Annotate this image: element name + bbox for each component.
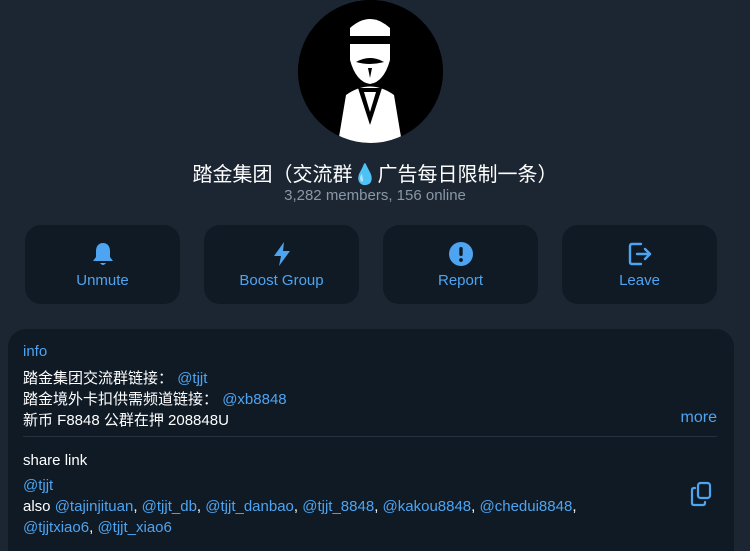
divider bbox=[23, 436, 717, 437]
separator: , bbox=[196, 498, 206, 515]
lightning-icon bbox=[268, 240, 296, 268]
separator: , bbox=[133, 498, 142, 515]
info-line-2-text: 踏金境外卡扣供需频道链接： bbox=[23, 391, 219, 408]
alert-icon bbox=[447, 240, 475, 268]
share-link-label: share link bbox=[23, 452, 88, 469]
copy-icon bbox=[690, 481, 712, 507]
info-line-3: 新币 F8848 公群在押 208848U bbox=[23, 412, 229, 429]
unmute-label: Unmute bbox=[76, 272, 129, 289]
boost-group-label: Boost Group bbox=[239, 272, 324, 289]
report-button[interactable]: Report bbox=[383, 225, 538, 304]
username-link[interactable]: @chedui8848 bbox=[480, 498, 573, 515]
also-links-row-1: also @tajinjituan, @tjjt_db, @tjjt_danba… bbox=[23, 498, 576, 515]
copy-link-button[interactable] bbox=[687, 479, 717, 509]
group-avatar[interactable] bbox=[298, 0, 443, 143]
leave-icon bbox=[626, 240, 654, 268]
also-links-row-2: @tjjtxiao6, @tjjt_xiao6 bbox=[23, 519, 172, 536]
username-link[interactable]: @tjjt_danbao bbox=[205, 498, 294, 515]
username-link[interactable]: @kakou8848 bbox=[383, 498, 472, 515]
report-label: Report bbox=[437, 272, 484, 289]
leave-button[interactable]: Leave bbox=[562, 225, 717, 304]
info-line-2: 踏金境外卡扣供需频道链接： @xb8848 bbox=[23, 388, 287, 409]
boost-group-button[interactable]: Boost Group bbox=[204, 225, 359, 304]
username-link[interactable]: @tjjtxiao6 bbox=[23, 519, 89, 536]
info-card: info 踏金集团交流群链接： @tjjt 踏金境外卡扣供需频道链接： @xb8… bbox=[8, 329, 734, 551]
separator: , bbox=[293, 498, 303, 515]
tjjt-link[interactable]: @tjjt bbox=[177, 370, 207, 387]
username-link[interactable]: @tajinjituan bbox=[55, 498, 134, 515]
member-count: 3,282 members, 156 online bbox=[284, 187, 466, 204]
more-button[interactable]: more bbox=[681, 409, 717, 427]
anonymous-mask-icon bbox=[298, 0, 443, 143]
info-line-1-text: 踏金集团交流群链接： bbox=[23, 370, 174, 387]
also-label: also bbox=[23, 498, 51, 515]
username-link[interactable]: @tjjt_8848 bbox=[302, 498, 374, 515]
primary-username-link[interactable]: @tjjt bbox=[23, 477, 53, 494]
info-line-1: 踏金集团交流群链接： @tjjt bbox=[23, 367, 207, 388]
separator: , bbox=[374, 498, 383, 515]
unmute-button[interactable]: Unmute bbox=[25, 225, 180, 304]
bell-icon bbox=[89, 240, 117, 268]
username-link[interactable]: @tjjt_xiao6 bbox=[97, 519, 171, 536]
leave-label: Leave bbox=[619, 272, 660, 289]
separator: , bbox=[572, 498, 577, 515]
group-title: 踏金集团（交流群💧广告每日限制一条） bbox=[192, 164, 558, 186]
separator: , bbox=[471, 498, 480, 515]
xb8848-link[interactable]: @xb8848 bbox=[222, 391, 286, 408]
info-section-label: info bbox=[23, 343, 48, 360]
username-link[interactable]: @tjjt_db bbox=[142, 498, 197, 515]
